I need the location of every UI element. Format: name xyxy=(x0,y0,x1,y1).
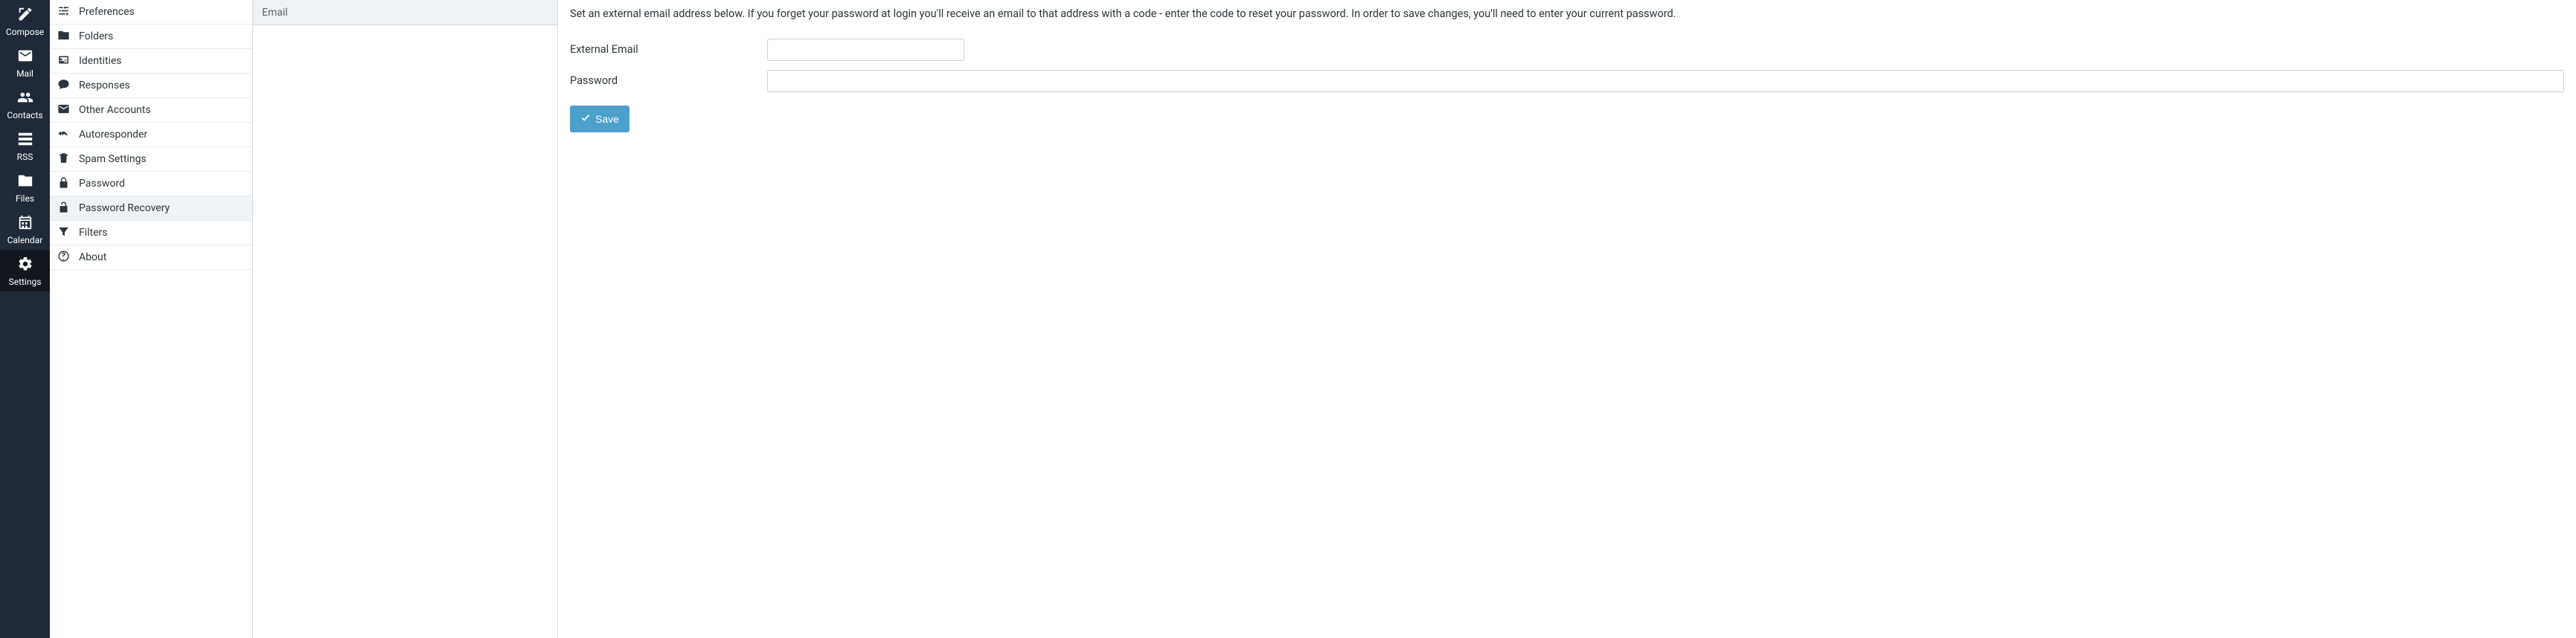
settings-row-responses[interactable]: Responses xyxy=(50,74,252,98)
settings-row-autoresponder[interactable]: Autoresponder xyxy=(50,123,252,147)
nav-compose-label: Compose xyxy=(6,28,44,36)
nav-compose[interactable]: Compose xyxy=(0,0,50,42)
id-card-icon xyxy=(57,54,70,69)
nav-calendar-label: Calendar xyxy=(7,236,43,245)
nav-rail: Compose Mail Contacts RSS Files Calendar xyxy=(0,0,50,638)
settings-row-responses-label: Responses xyxy=(79,80,130,91)
calendar-icon xyxy=(17,214,33,233)
settings-row-spam-settings[interactable]: Spam Settings xyxy=(50,147,252,172)
middle-column-header: Email xyxy=(253,0,557,25)
settings-row-about-label: About xyxy=(79,251,106,263)
middle-column-header-text: Email xyxy=(262,7,288,19)
nav-mail-label: Mail xyxy=(16,69,33,78)
nav-settings-label: Settings xyxy=(9,277,42,286)
settings-row-identities[interactable]: Identities xyxy=(50,49,252,74)
password-input[interactable] xyxy=(767,70,2564,92)
external-email-label: External Email xyxy=(570,43,767,56)
sliders-icon xyxy=(57,4,70,20)
nav-contacts-label: Contacts xyxy=(7,111,42,120)
settings-row-preferences[interactable]: Preferences xyxy=(50,0,252,25)
settings-row-password[interactable]: Password xyxy=(50,172,252,196)
settings-row-other-accounts[interactable]: Other Accounts xyxy=(50,98,252,123)
password-label: Password xyxy=(570,74,767,87)
settings-row-spam-settings-label: Spam Settings xyxy=(79,153,147,165)
compose-icon xyxy=(17,6,33,25)
reply-all-icon xyxy=(57,127,70,143)
nav-files[interactable]: Files xyxy=(0,167,50,208)
recovery-instructions: Set an external email address below. If … xyxy=(570,6,2564,22)
external-email-row: External Email xyxy=(570,39,2564,61)
chat-bubble-icon xyxy=(57,78,70,94)
nav-mail[interactable]: Mail xyxy=(0,42,50,83)
files-icon xyxy=(17,173,33,191)
settings-row-password-label: Password xyxy=(79,178,125,190)
nav-calendar[interactable]: Calendar xyxy=(0,208,50,250)
check-icon xyxy=(580,112,591,125)
rss-icon xyxy=(17,131,33,149)
settings-row-other-accounts-label: Other Accounts xyxy=(79,104,151,116)
settings-row-password-recovery-label: Password Recovery xyxy=(79,202,170,214)
nav-files-label: Files xyxy=(16,194,34,203)
nav-rss-label: RSS xyxy=(17,152,33,161)
settings-row-folders[interactable]: Folders xyxy=(50,25,252,49)
filter-icon xyxy=(57,225,70,241)
nav-contacts[interactable]: Contacts xyxy=(0,83,50,125)
password-row: Password xyxy=(570,70,2564,92)
folder-icon xyxy=(57,29,70,45)
settings-row-filters[interactable]: Filters xyxy=(50,221,252,245)
question-circle-icon xyxy=(57,250,70,265)
settings-row-identities-label: Identities xyxy=(79,55,121,67)
unlock-icon xyxy=(57,201,70,216)
save-button-label: Save xyxy=(595,113,619,125)
content-pane: Set an external email address below. If … xyxy=(558,0,2576,638)
settings-row-folders-label: Folders xyxy=(79,30,113,42)
external-email-input[interactable] xyxy=(767,39,964,61)
gear-icon xyxy=(17,256,33,274)
mail-icon xyxy=(17,48,33,66)
save-button[interactable]: Save xyxy=(570,106,629,132)
trash-icon xyxy=(57,152,70,167)
settings-row-filters-label: Filters xyxy=(79,227,108,239)
settings-row-about[interactable]: About xyxy=(50,245,252,270)
envelope-icon xyxy=(57,103,70,118)
nav-rss[interactable]: RSS xyxy=(0,125,50,167)
nav-settings[interactable]: Settings xyxy=(0,250,50,291)
settings-row-preferences-label: Preferences xyxy=(79,6,135,18)
lock-icon xyxy=(57,176,70,192)
settings-row-password-recovery[interactable]: Password Recovery xyxy=(50,196,252,221)
settings-sections-list: Preferences Folders Identities Responses… xyxy=(50,0,253,638)
middle-column: Email xyxy=(253,0,558,638)
contacts-icon xyxy=(17,89,33,108)
settings-row-autoresponder-label: Autoresponder xyxy=(79,129,147,141)
